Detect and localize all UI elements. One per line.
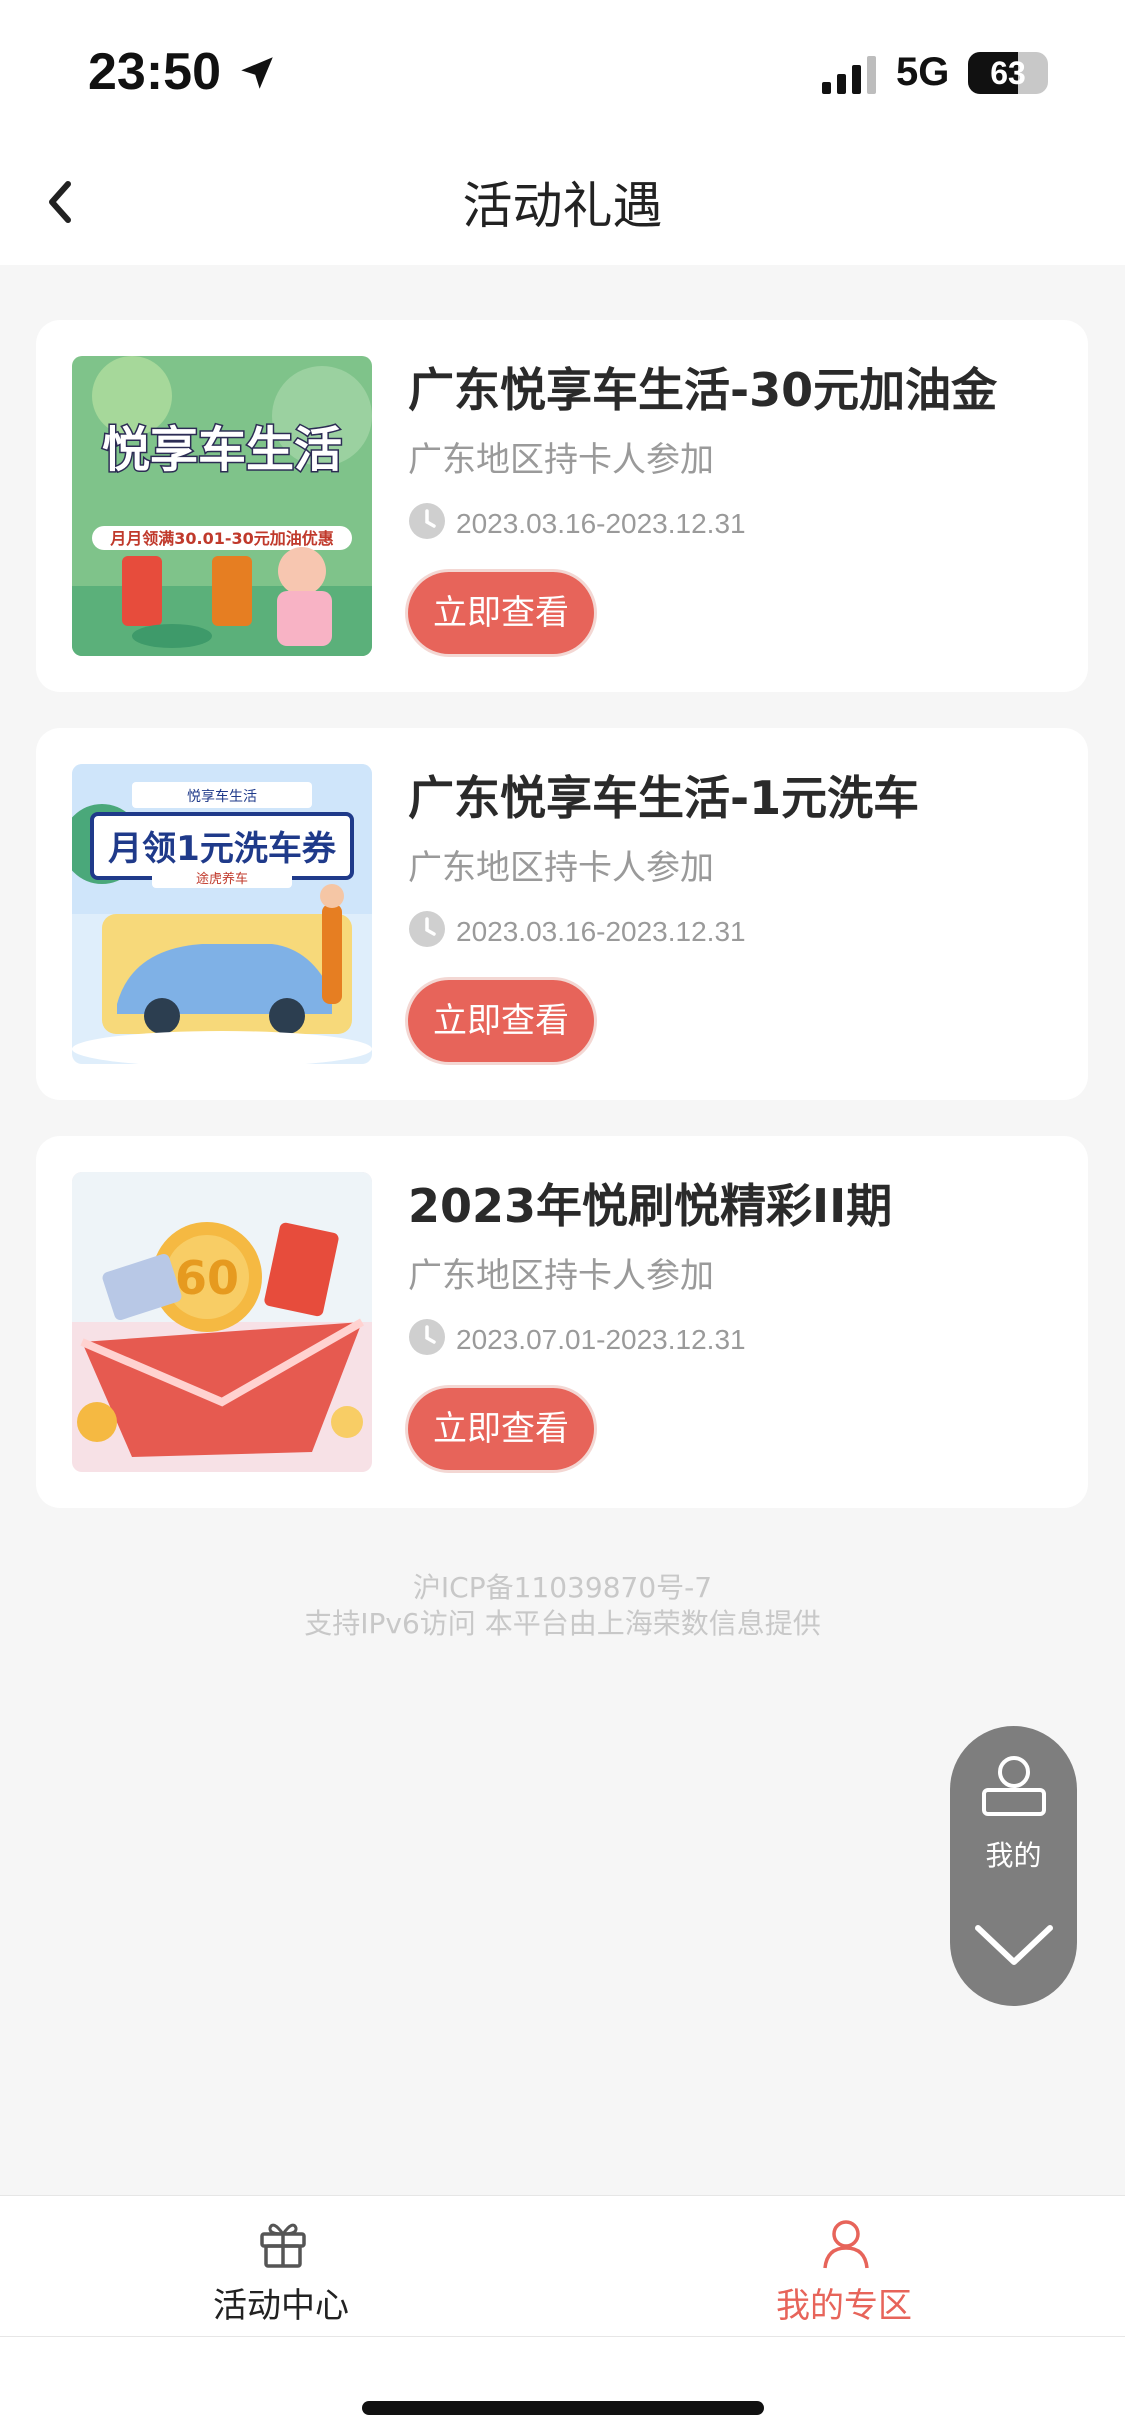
status-time: 23:50: [88, 43, 221, 101]
view-now-button[interactable]: 立即查看: [408, 572, 594, 654]
view-now-button[interactable]: 立即查看: [408, 980, 594, 1062]
home-indicator-area: [0, 2337, 1125, 2435]
tab-label: 我的专区: [776, 2286, 912, 2326]
clock-icon: [409, 503, 445, 539]
clock-icon: [409, 1319, 445, 1355]
image-coin-text: 60: [175, 1251, 239, 1305]
home-indicator[interactable]: [362, 2401, 764, 2415]
activity-subtitle: 广东地区持卡人参加: [408, 440, 714, 480]
activity-image: 60: [72, 1172, 372, 1472]
navigation-bar: 活动礼遇: [0, 140, 1125, 265]
activity-date: 2023.03.16-2023.12.31: [456, 508, 746, 539]
network-type: 5G: [896, 50, 950, 94]
image-headline-text: 月领1元洗车券: [108, 829, 337, 869]
tab-label: 活动中心: [213, 2286, 349, 2326]
image-top-text: 悦享车生活: [187, 788, 257, 805]
activity-image: 悦享车生活 月领1元洗车券 途虎养车: [72, 764, 372, 1064]
activity-date: 2023.03.16-2023.12.31: [456, 916, 746, 947]
view-now-button[interactable]: 立即查看: [408, 1388, 594, 1470]
floating-menu[interactable]: 我的: [950, 1726, 1077, 2006]
activity-image: 月月领满30.01-30元加油优惠 悦享车生活: [72, 356, 372, 656]
fuel-promo-illustration: 月月领满30.01-30元加油优惠 悦享车生活: [72, 356, 372, 656]
gift-box-illustration: 60: [72, 1172, 372, 1472]
activity-title: 广东悦享车生活-30元加油金: [408, 363, 998, 417]
activity-card[interactable]: 月月领满30.01-30元加油优惠 悦享车生活 广东悦享车生活-30元加油金 广…: [36, 320, 1088, 692]
status-bar: 23:50 5G 63: [0, 0, 1125, 140]
activity-card[interactable]: 悦享车生活 月领1元洗车券 途虎养车 广东悦享车生活-1元洗车 广东地区持卡人参…: [36, 728, 1088, 1100]
clock-icon: [409, 911, 445, 947]
cellular-signal-icon: [822, 56, 876, 94]
car-wash-illustration: 悦享车生活 月领1元洗车券 途虎养车: [72, 764, 372, 1064]
gift-icon: [260, 2223, 306, 2268]
activity-subtitle: 广东地区持卡人参加: [408, 848, 714, 888]
tab-activity-center[interactable]: 活动中心: [131, 2196, 431, 2338]
image-sub-text: 途虎养车: [196, 871, 248, 887]
float-menu-label[interactable]: 我的: [950, 1834, 1077, 1874]
activity-subtitle: 广东地区持卡人参加: [408, 1256, 714, 1296]
activity-date: 2023.07.01-2023.12.31: [456, 1324, 746, 1355]
icp-license-text: 沪ICP备11039870号-7: [412, 1571, 713, 1604]
ipv6-support-text: 支持IPv6访问 本平台由上海荣数信息提供: [304, 1607, 821, 1640]
location-arrow-icon: [241, 57, 273, 89]
chevron-down-icon[interactable]: [972, 1914, 1056, 1974]
battery-level: 63: [990, 55, 1026, 91]
bottom-tab-bar: 活动中心 我的专区: [0, 2195, 1125, 2337]
activity-title: 2023年悦刷悦精彩II期: [408, 1179, 893, 1233]
user-icon: [823, 2220, 869, 2269]
image-headline-text: 悦享车生活: [102, 422, 342, 478]
user-icon[interactable]: [978, 1750, 1050, 1822]
battery-icon: 63: [968, 52, 1048, 94]
page-title: 活动礼遇: [462, 177, 663, 235]
tab-my-zone[interactable]: 我的专区: [694, 2196, 994, 2338]
activity-title: 广东悦享车生活-1元洗车: [408, 771, 920, 825]
image-ribbon-text: 月月领满30.01-30元加油优惠: [109, 529, 334, 548]
activity-card[interactable]: 60 2023年悦刷悦精彩II期 广东地区持卡人参加 2023.07.01-20…: [36, 1136, 1088, 1508]
